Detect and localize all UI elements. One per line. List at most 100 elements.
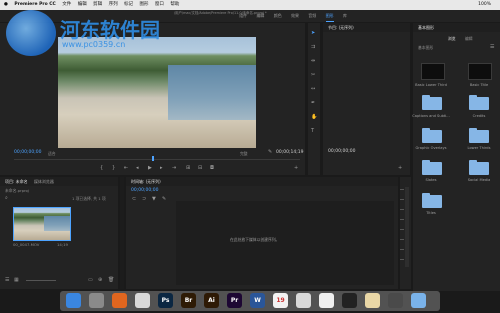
wrench-icon[interactable]: ✎	[268, 149, 272, 155]
source-playhead[interactable]	[152, 156, 154, 161]
program-timecode[interactable]: 00;00;00;00	[328, 149, 355, 154]
mark-out-icon[interactable]: }	[112, 165, 115, 171]
track-select-tool-icon[interactable]: ⇉	[311, 44, 315, 50]
mark-in-icon[interactable]: {	[100, 165, 103, 171]
new-item-icon[interactable]: ⊕	[98, 277, 102, 283]
slip-tool-icon[interactable]: ↔	[311, 86, 315, 92]
meter-tick	[400, 189, 404, 190]
clip-name[interactable]: 00_0047.MOV	[13, 242, 39, 247]
go-to-in-icon[interactable]: ⇤	[124, 165, 128, 171]
add-button-icon[interactable]: +	[294, 165, 298, 171]
linked-selection-icon[interactable]: ⊃	[142, 196, 146, 202]
photoshop-icon[interactable]: Ps	[158, 293, 173, 308]
graphic-tile-basic-title[interactable]	[468, 63, 492, 80]
snap-icon[interactable]: ⊂	[132, 196, 136, 202]
workspace-tab-effects[interactable]: 效果	[291, 10, 299, 22]
folder-icon-captions[interactable]	[422, 95, 442, 110]
battery-status[interactable]: 100%	[478, 0, 491, 10]
workspace-tab-audio[interactable]: 音频	[308, 10, 316, 22]
add-marker-icon[interactable]: ▼	[152, 196, 156, 202]
project-file-name: 未命名.prproj	[5, 188, 29, 193]
step-forward-icon[interactable]: ▸	[160, 165, 163, 171]
word-icon[interactable]: W	[250, 293, 265, 308]
firefox-icon[interactable]	[112, 293, 127, 308]
quicktime-icon[interactable]	[388, 293, 403, 308]
menu-clip[interactable]: 剪辑	[93, 0, 102, 10]
menu-edit[interactable]: 编辑	[78, 0, 87, 10]
media-browser-tab[interactable]: 媒体浏览器	[34, 179, 54, 184]
graphics-settings-icon[interactable]: ☰	[490, 44, 494, 50]
go-to-out-icon[interactable]: ⇥	[172, 165, 176, 171]
zoom-slider[interactable]	[26, 280, 56, 281]
launchpad-icon[interactable]	[89, 293, 104, 308]
folder-icon-slates[interactable]	[422, 160, 442, 175]
graphic-tile-basic-lower-third[interactable]	[421, 63, 445, 80]
search-icon[interactable]: ⌕	[5, 195, 8, 201]
folder-icon-credits[interactable]	[469, 95, 489, 110]
insert-icon[interactable]: ⊞	[186, 165, 190, 171]
selection-tool-icon[interactable]: ➤	[311, 30, 315, 36]
folder-icon[interactable]	[365, 293, 380, 308]
source-scrubber[interactable]	[14, 159, 300, 160]
meter-tick	[400, 239, 404, 240]
menu-graphics[interactable]: 图形	[139, 0, 148, 10]
clip-thumbnail[interactable]	[13, 207, 71, 241]
source-video-frame	[58, 37, 256, 148]
delete-icon[interactable]: 🗑	[108, 277, 114, 283]
audio-meters-panel	[400, 177, 411, 289]
source-resolution-dropdown[interactable]: 完整	[240, 151, 248, 157]
razor-tool-icon[interactable]: ✂	[311, 72, 315, 78]
menu-markers[interactable]: 标记	[124, 0, 133, 10]
menu-sequence[interactable]: 序列	[109, 0, 118, 10]
overwrite-icon[interactable]: ⊟	[198, 165, 202, 171]
list-view-icon[interactable]: ☰	[5, 277, 9, 283]
camera-icon[interactable]: ◘	[210, 165, 214, 171]
graphics-panel-title[interactable]: 基本图形	[418, 25, 434, 30]
calendar-icon[interactable]: 19	[273, 293, 288, 308]
timeline-tab[interactable]: 时间轴: (无序列)	[131, 179, 161, 184]
workspace-tab-libraries[interactable]: 库	[343, 10, 347, 22]
play-icon[interactable]: ▶	[148, 165, 152, 171]
new-bin-icon[interactable]: ▭	[88, 277, 93, 283]
timeline-settings-icon[interactable]: ✎	[162, 196, 166, 202]
workspace-tab-graphics[interactable]: 图形	[325, 11, 334, 22]
graphics-tab-browse[interactable]: 浏览	[448, 36, 456, 42]
app-name-menu[interactable]: Premiere Pro CC	[14, 0, 55, 10]
premiere-icon[interactable]: Pr	[227, 293, 242, 308]
graphics-filter-dropdown[interactable]: 基本图形	[418, 45, 433, 51]
hand-tool-icon[interactable]: ✋	[311, 114, 317, 120]
type-tool-icon[interactable]: T	[311, 128, 314, 134]
folder-icon-lower-thirds[interactable]	[469, 128, 489, 143]
program-tab[interactable]: 节目: (无序列)	[328, 25, 354, 30]
pen-tool-icon[interactable]: ✒	[311, 100, 315, 106]
preview-icon[interactable]	[296, 293, 311, 308]
icon-view-icon[interactable]: ▦	[14, 277, 19, 283]
illustrator-icon[interactable]: Ai	[204, 293, 219, 308]
apple-menu-icon[interactable]: ●	[4, 0, 8, 10]
finder-icon[interactable]	[66, 293, 81, 308]
tools-panel: ➤ ⇉ ⇹ ✂ ↔ ✒ ✋ T	[308, 23, 320, 175]
ripple-edit-tool-icon[interactable]: ⇹	[311, 58, 315, 64]
downloads-icon[interactable]	[411, 293, 426, 308]
meter-tick	[400, 199, 404, 200]
menu-file[interactable]: 文件	[62, 0, 71, 10]
graphic-label-captions: Captions and Subti...	[412, 114, 450, 118]
timeline-track-area[interactable]	[176, 201, 394, 285]
source-fit-dropdown[interactable]: 适合	[48, 151, 56, 157]
workspace-tab-color[interactable]: 颜色	[274, 10, 282, 22]
terminal-icon[interactable]	[342, 293, 357, 308]
step-back-icon[interactable]: ◂	[136, 165, 139, 171]
graphics-tab-edit[interactable]: 编辑	[465, 36, 473, 42]
folder-icon-social-media[interactable]	[469, 160, 489, 175]
chrome-icon[interactable]	[135, 293, 150, 308]
panel-divider[interactable]	[120, 177, 124, 289]
bridge-icon[interactable]: Br	[181, 293, 196, 308]
photos-icon[interactable]	[319, 293, 334, 308]
timeline-timecode[interactable]: 00;00;00;00	[131, 188, 158, 193]
folder-icon-graphic-overlays[interactable]	[422, 128, 442, 143]
menu-window[interactable]: 窗口	[155, 0, 164, 10]
folder-icon-titles[interactable]	[422, 193, 442, 208]
program-add-button-icon[interactable]: +	[398, 165, 402, 171]
source-timecode-current[interactable]: 00;00;00;00	[14, 150, 41, 155]
project-tab[interactable]: 项目: 未命名	[5, 179, 28, 184]
